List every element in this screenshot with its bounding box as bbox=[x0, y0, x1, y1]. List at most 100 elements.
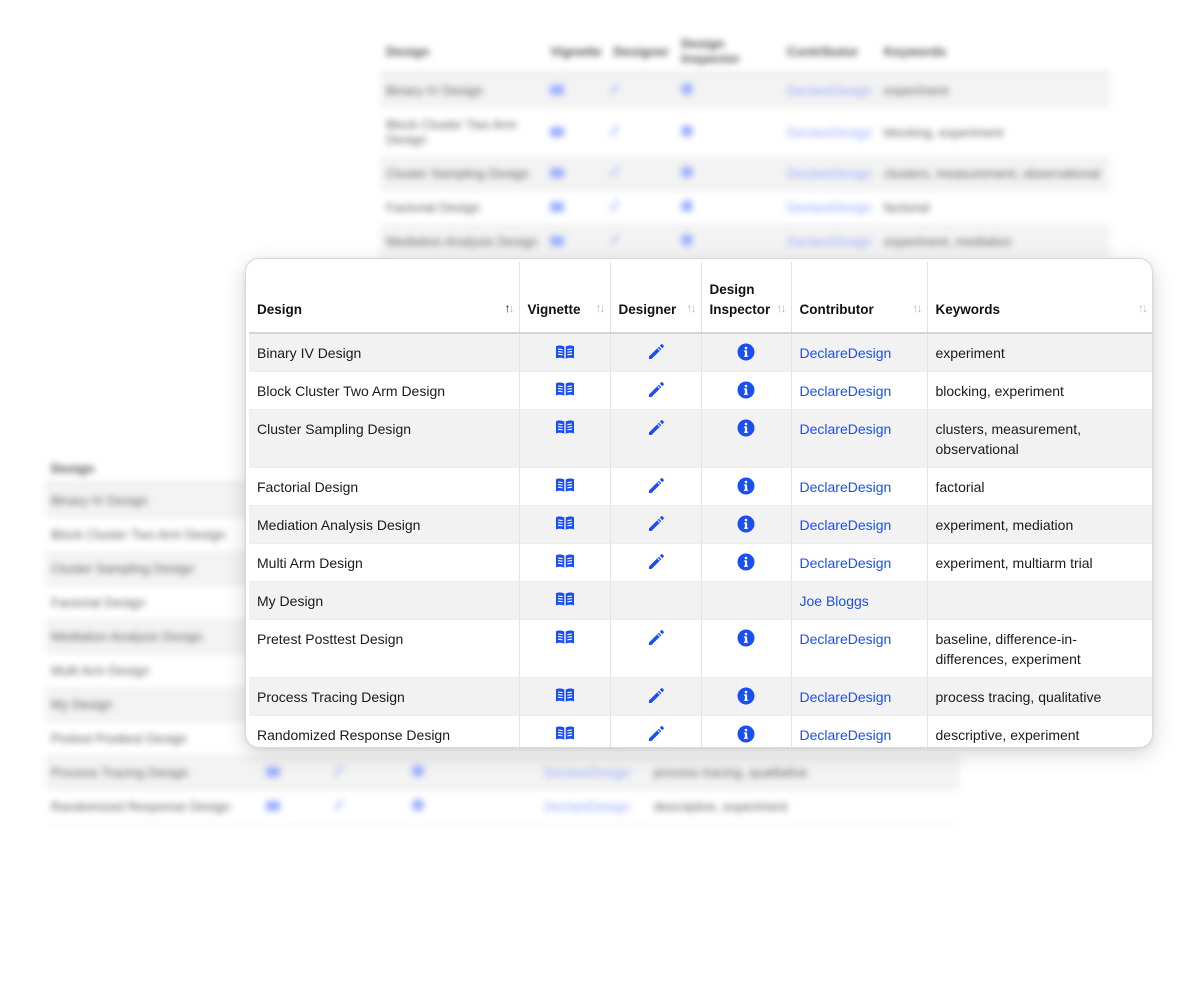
cell-keywords bbox=[927, 581, 1152, 620]
cell-contributor: DeclareDesign bbox=[791, 467, 928, 506]
cell-contributor: DeclareDesign bbox=[791, 677, 928, 716]
column-header-keywords[interactable]: Keywords ↑↓ bbox=[927, 262, 1152, 334]
info-circle-icon[interactable] bbox=[737, 477, 755, 500]
info-circle-icon[interactable] bbox=[737, 515, 755, 538]
column-header-design-inspector[interactable]: Design Inspector ↑↓ bbox=[701, 262, 792, 334]
ghost-row: Randomized Response Design DeclareDesignd… bbox=[45, 789, 960, 824]
table-row: Process Tracing Design DeclareDesign proce… bbox=[249, 677, 1152, 716]
ghost-vignette bbox=[544, 190, 608, 225]
contributor-link[interactable]: DeclareDesign bbox=[800, 517, 892, 533]
cell-contributor: DeclareDesign bbox=[791, 715, 928, 747]
ghost-design: Mediation Analysis Design bbox=[380, 224, 545, 259]
pencil-icon bbox=[333, 799, 344, 811]
column-header-designer[interactable]: Designer ↑↓ bbox=[610, 262, 702, 334]
book-open-icon[interactable] bbox=[555, 515, 575, 536]
info-circle-icon[interactable] bbox=[737, 381, 755, 404]
ghost-column-header: Designer bbox=[607, 30, 676, 74]
cell-contributor: DeclareDesign bbox=[791, 619, 928, 678]
pencil-icon[interactable] bbox=[647, 553, 665, 576]
cell-designer bbox=[610, 581, 702, 620]
contributor-link[interactable]: DeclareDesign bbox=[800, 383, 892, 399]
info-circle-icon[interactable] bbox=[737, 553, 755, 576]
ghost-design: Binary IV Design bbox=[380, 73, 545, 108]
book-open-icon bbox=[550, 168, 565, 178]
cell-designer bbox=[610, 467, 702, 506]
book-open-icon[interactable] bbox=[555, 477, 575, 498]
cell-design-inspector bbox=[701, 467, 792, 506]
book-open-icon[interactable] bbox=[555, 553, 575, 574]
pencil-icon[interactable] bbox=[647, 477, 665, 500]
contributor-link[interactable]: DeclareDesign bbox=[800, 727, 892, 743]
book-open-icon[interactable] bbox=[555, 687, 575, 708]
cell-designer bbox=[610, 505, 702, 544]
contributor-link[interactable]: DeclareDesign bbox=[800, 345, 892, 361]
cell-keywords: descriptive, experiment bbox=[927, 715, 1152, 747]
info-circle-icon[interactable] bbox=[737, 629, 755, 652]
contributor-link[interactable]: DeclareDesign bbox=[800, 479, 892, 495]
cell-designer bbox=[610, 543, 702, 582]
cell-keywords: experiment, multiarm trial bbox=[927, 543, 1152, 582]
ghost-contributor: DeclareDesign bbox=[780, 224, 878, 259]
info-circle-icon[interactable] bbox=[737, 687, 755, 710]
pencil-icon[interactable] bbox=[647, 419, 665, 442]
contributor-link[interactable]: DeclareDesign bbox=[800, 689, 892, 705]
sort-icon[interactable]: ↑↓ bbox=[687, 298, 697, 318]
ghost-designer bbox=[607, 156, 676, 191]
column-header-vignette[interactable]: Vignette ↑↓ bbox=[519, 262, 611, 334]
table-row: My Design Joe Bloggs bbox=[249, 581, 1152, 620]
ghost-keywords: experiment bbox=[878, 73, 1110, 108]
book-open-icon[interactable] bbox=[555, 419, 575, 440]
ghost-vignette bbox=[544, 73, 608, 108]
cell-designer bbox=[610, 409, 702, 468]
cell-design-inspector bbox=[701, 581, 792, 620]
book-open-icon bbox=[265, 767, 280, 777]
contributor-link[interactable]: Joe Bloggs bbox=[800, 593, 869, 609]
info-circle-icon[interactable] bbox=[737, 419, 755, 442]
cell-design-inspector bbox=[701, 715, 792, 748]
ghost-row: Block Cluster Two Arm Design DeclareDesig… bbox=[380, 107, 1110, 157]
ghost-inspector bbox=[675, 156, 781, 191]
sort-down-arrow: ↓ bbox=[1142, 301, 1148, 315]
book-open-icon[interactable] bbox=[555, 381, 575, 402]
contributor-link[interactable]: DeclareDesign bbox=[800, 631, 892, 647]
pencil-icon[interactable] bbox=[647, 515, 665, 538]
ghost-design: Multi Arm Design bbox=[45, 653, 260, 688]
cell-designer bbox=[610, 619, 702, 678]
background-table-top: Design Vignette Designer Design Inspector Co… bbox=[380, 30, 1110, 459]
keywords-text: process tracing, qualitative bbox=[935, 688, 1102, 705]
pencil-icon[interactable] bbox=[647, 629, 665, 652]
pencil-icon[interactable] bbox=[647, 343, 665, 366]
book-open-icon[interactable] bbox=[555, 344, 575, 365]
keywords-text: clusters, measurement, observational bbox=[935, 420, 1082, 457]
design-name: Cluster Sampling Design bbox=[257, 420, 412, 437]
sort-icon[interactable]: ↑↓ bbox=[777, 298, 787, 318]
book-open-icon bbox=[550, 202, 565, 212]
contributor-link[interactable]: DeclareDesign bbox=[800, 555, 892, 571]
cell-vignette bbox=[519, 467, 611, 506]
column-header-contributor[interactable]: Contributor ↑↓ bbox=[791, 262, 928, 334]
book-open-icon[interactable] bbox=[555, 591, 575, 612]
pencil-icon[interactable] bbox=[647, 725, 665, 748]
info-circle-icon[interactable] bbox=[737, 343, 755, 366]
cell-keywords: experiment bbox=[927, 333, 1152, 372]
sort-icon[interactable]: ↑↓ bbox=[1138, 298, 1148, 318]
sort-asc-icon[interactable]: ↑↓ bbox=[505, 298, 515, 318]
book-open-icon bbox=[265, 801, 280, 811]
info-circle-icon[interactable] bbox=[737, 725, 755, 748]
column-header-design[interactable]: Design ↑↓ bbox=[249, 262, 520, 334]
pencil-icon bbox=[333, 765, 344, 777]
contributor-link[interactable]: DeclareDesign bbox=[800, 421, 892, 437]
ghost-design: Cluster Sampling Design bbox=[45, 551, 260, 586]
table-row: Block Cluster Two Arm Design DeclareDesig… bbox=[249, 371, 1152, 410]
sort-icon[interactable]: ↑↓ bbox=[913, 298, 923, 318]
book-open-icon[interactable] bbox=[555, 629, 575, 650]
pencil-icon[interactable] bbox=[647, 381, 665, 404]
table-row: Pretest Posttest Design DeclareDesign base… bbox=[249, 619, 1152, 678]
design-name: Pretest Posttest Design bbox=[257, 630, 404, 647]
ghost-vignette bbox=[259, 755, 331, 790]
book-open-icon[interactable] bbox=[555, 725, 575, 746]
sort-icon[interactable]: ↑↓ bbox=[596, 298, 606, 318]
ghost-row: Mediation Analysis Design DeclareDesignex… bbox=[380, 224, 1110, 259]
cell-design-inspector bbox=[701, 543, 792, 582]
pencil-icon[interactable] bbox=[647, 687, 665, 710]
